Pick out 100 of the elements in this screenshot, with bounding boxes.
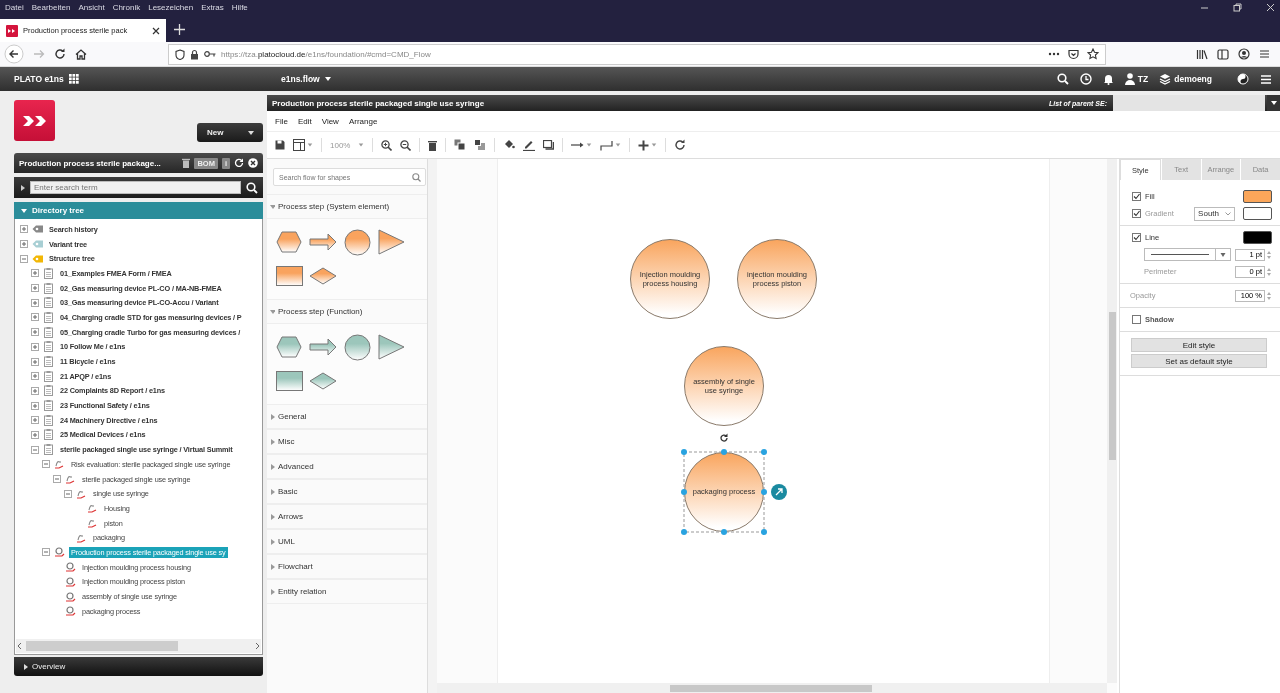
palette-header[interactable]: UML xyxy=(267,529,427,554)
parent-field[interactable] xyxy=(1113,95,1265,111)
expand-toggle[interactable] xyxy=(31,342,39,351)
palette-header[interactable]: Basic xyxy=(267,479,427,504)
rotate-icon[interactable] xyxy=(719,433,729,443)
expand-toggle[interactable] xyxy=(31,401,39,410)
expand-toggle[interactable] xyxy=(31,386,39,395)
expand-toggle[interactable] xyxy=(31,372,39,381)
line-color-icon[interactable] xyxy=(523,139,536,151)
directory-tree-header[interactable]: Directory tree xyxy=(14,202,263,219)
style-button[interactable]: Edit style xyxy=(1131,338,1267,352)
menu-item[interactable]: Lesezeichen xyxy=(148,2,194,12)
expand-toggle[interactable] xyxy=(20,240,28,249)
rectangle-shape[interactable] xyxy=(275,266,303,286)
palette-header[interactable]: Advanced xyxy=(267,454,427,479)
diamond-shape[interactable] xyxy=(309,372,337,390)
search-icon[interactable] xyxy=(1056,73,1069,85)
expand-toggle[interactable] xyxy=(31,313,39,322)
palette-header[interactable]: Entity relation xyxy=(267,579,427,604)
menu-item[interactable]: View xyxy=(321,116,339,126)
direction-select[interactable]: South xyxy=(1194,206,1235,221)
checkbox[interactable] xyxy=(1132,192,1141,201)
new-tab-icon[interactable] xyxy=(174,24,185,35)
sidebar-icon[interactable] xyxy=(1217,48,1229,60)
checkbox[interactable] xyxy=(1132,315,1141,324)
horizontal-scrollbar[interactable] xyxy=(437,683,1107,693)
refresh-icon[interactable] xyxy=(234,158,244,168)
expand-toggle[interactable] xyxy=(31,284,39,293)
zoom-out-icon[interactable] xyxy=(400,139,412,151)
menu-item[interactable]: Edit xyxy=(297,116,312,126)
fill-color-swatch[interactable] xyxy=(1243,190,1272,203)
star-icon[interactable] xyxy=(1087,48,1099,60)
arrow-shape[interactable] xyxy=(309,233,337,251)
layers-icon[interactable] xyxy=(1159,73,1172,85)
back-icon[interactable] xyxy=(4,44,24,64)
collapse-toggle[interactable] xyxy=(42,548,50,557)
logo[interactable] xyxy=(14,100,55,141)
line-style-select[interactable] xyxy=(1144,248,1231,261)
expand-toggle[interactable] xyxy=(31,430,39,439)
expand-toggle[interactable] xyxy=(31,269,39,278)
checkbox[interactable] xyxy=(1132,233,1141,242)
more-icon[interactable] xyxy=(1048,52,1060,56)
trash-icon[interactable] xyxy=(182,158,191,168)
menu-item[interactable]: Bearbeiten xyxy=(31,2,71,12)
hexagon-shape[interactable] xyxy=(276,231,302,253)
palette-header[interactable]: Process step (Function) xyxy=(267,299,427,324)
save-icon[interactable] xyxy=(275,140,285,150)
lock-icon[interactable] xyxy=(190,48,199,60)
url-text[interactable]: https://tza.platocloud.de/e1ns/foundation/#cmd=CMD_Flow xyxy=(221,49,431,59)
expand-toggle[interactable] xyxy=(31,298,39,307)
collapse-toggle[interactable] xyxy=(64,489,72,498)
module-menu[interactable]: e1ns.flow xyxy=(281,74,320,84)
hexagon-shape[interactable] xyxy=(276,336,302,358)
circle-shape[interactable] xyxy=(343,228,371,256)
vertical-scrollbar[interactable] xyxy=(1107,159,1117,683)
palette-header[interactable]: Flowchart xyxy=(267,554,427,579)
redo-icon[interactable] xyxy=(674,139,687,151)
expand-toggle[interactable] xyxy=(31,357,39,366)
apps-grid-icon[interactable] xyxy=(68,74,79,84)
expand-icon[interactable] xyxy=(19,183,25,192)
menu-item[interactable]: Datei xyxy=(5,2,24,12)
collapse-toggle[interactable] xyxy=(20,254,28,263)
line-color-swatch[interactable] xyxy=(1243,231,1272,244)
plus-icon[interactable] xyxy=(638,139,650,151)
waypoint-icon[interactable] xyxy=(600,139,614,151)
user-initials[interactable]: TZ xyxy=(1137,74,1149,84)
palette-header[interactable]: Misc xyxy=(267,429,427,454)
menu-item[interactable]: Chronik xyxy=(112,2,141,12)
close-icon[interactable] xyxy=(248,158,258,168)
collapse-toggle[interactable] xyxy=(31,445,39,454)
overview-header[interactable]: Overview xyxy=(14,657,263,676)
connect-icon[interactable] xyxy=(771,484,787,500)
diamond-shape[interactable] xyxy=(309,267,337,285)
clock-icon[interactable] xyxy=(1079,73,1092,85)
connection-icon[interactable] xyxy=(571,141,585,149)
expand-toggle[interactable] xyxy=(31,416,39,425)
caret-icon[interactable] xyxy=(323,75,332,83)
new-button[interactable]: New xyxy=(197,123,263,142)
fill-color-icon[interactable] xyxy=(503,139,516,151)
bell-icon[interactable] xyxy=(1102,73,1114,85)
collapse-toggle[interactable] xyxy=(53,475,61,484)
shield-icon[interactable] xyxy=(175,48,185,60)
menu-item[interactable]: Ansicht xyxy=(78,2,105,12)
library-icon[interactable] xyxy=(1196,48,1208,60)
gradient-color-swatch[interactable] xyxy=(1243,207,1272,220)
layout-icon[interactable] xyxy=(293,139,305,151)
key-icon[interactable] xyxy=(204,50,216,58)
to-back-icon[interactable] xyxy=(474,139,487,151)
menu-item[interactable]: Hilfe xyxy=(231,2,248,12)
dropdown-button[interactable] xyxy=(1267,95,1280,111)
to-front-icon[interactable] xyxy=(454,139,467,151)
caret-icon[interactable] xyxy=(247,128,255,137)
checkbox[interactable] xyxy=(1132,209,1141,218)
restore-icon[interactable] xyxy=(1233,2,1242,12)
style-button[interactable]: Set as default style xyxy=(1131,354,1267,368)
triangle-shape[interactable] xyxy=(377,334,405,360)
rectangle-shape[interactable] xyxy=(275,371,303,391)
menu-item[interactable]: Extras xyxy=(201,2,224,12)
close-icon[interactable] xyxy=(152,26,160,35)
expand-toggle[interactable] xyxy=(20,225,28,234)
